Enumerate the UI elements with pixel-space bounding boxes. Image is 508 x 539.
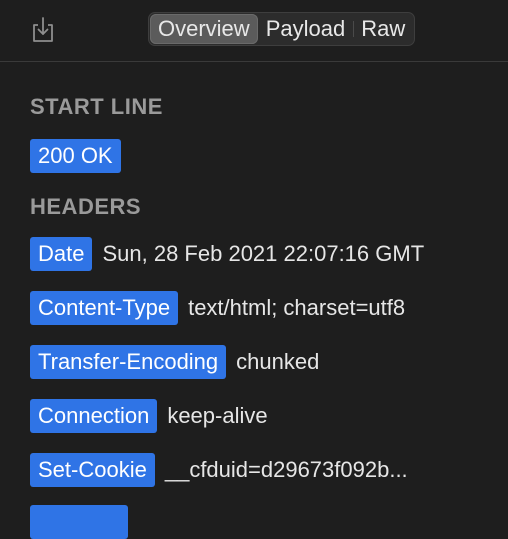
tab-raw[interactable]: Raw [353, 14, 413, 44]
header-row-connection: Connection keep-alive [30, 399, 268, 433]
header-value: chunked [236, 349, 320, 374]
header-row-next-partial [30, 505, 128, 539]
header-name-partial [30, 505, 128, 539]
header-row-content-type: Content-Type text/html; charset=utf8 [30, 291, 405, 325]
tab-overview[interactable]: Overview [150, 14, 258, 44]
header-row-date: Date Sun, 28 Feb 2021 22:07:16 GMT [30, 237, 424, 271]
header-name: Content-Type [30, 291, 179, 325]
header-name: Date [30, 237, 93, 271]
header-value: __cfduid=d29673f092b... [164, 457, 408, 482]
tab-payload[interactable]: Payload [258, 14, 354, 44]
status-badge: 200 OK [30, 139, 121, 173]
header-row-set-cookie: Set-Cookie __cfduid=d29673f092b... [30, 453, 408, 487]
view-mode-segmented-control: Overview Payload Raw [148, 12, 416, 46]
start-line-title: START LINE [30, 94, 163, 119]
headers-title: HEADERS [30, 194, 142, 219]
download-tray-icon [33, 17, 53, 42]
toolbar: Overview Payload Raw [0, 0, 508, 62]
header-value: text/html; charset=utf8 [188, 295, 406, 320]
header-name: Set-Cookie [30, 453, 155, 487]
header-value: keep-alive [167, 403, 268, 428]
header-name: Transfer-Encoding [30, 345, 227, 379]
export-button[interactable] [28, 14, 58, 46]
header-name: Connection [30, 399, 158, 433]
header-row-transfer-encoding: Transfer-Encoding chunked [30, 345, 319, 379]
header-value: Sun, 28 Feb 2021 22:07:16 GMT [102, 241, 425, 266]
